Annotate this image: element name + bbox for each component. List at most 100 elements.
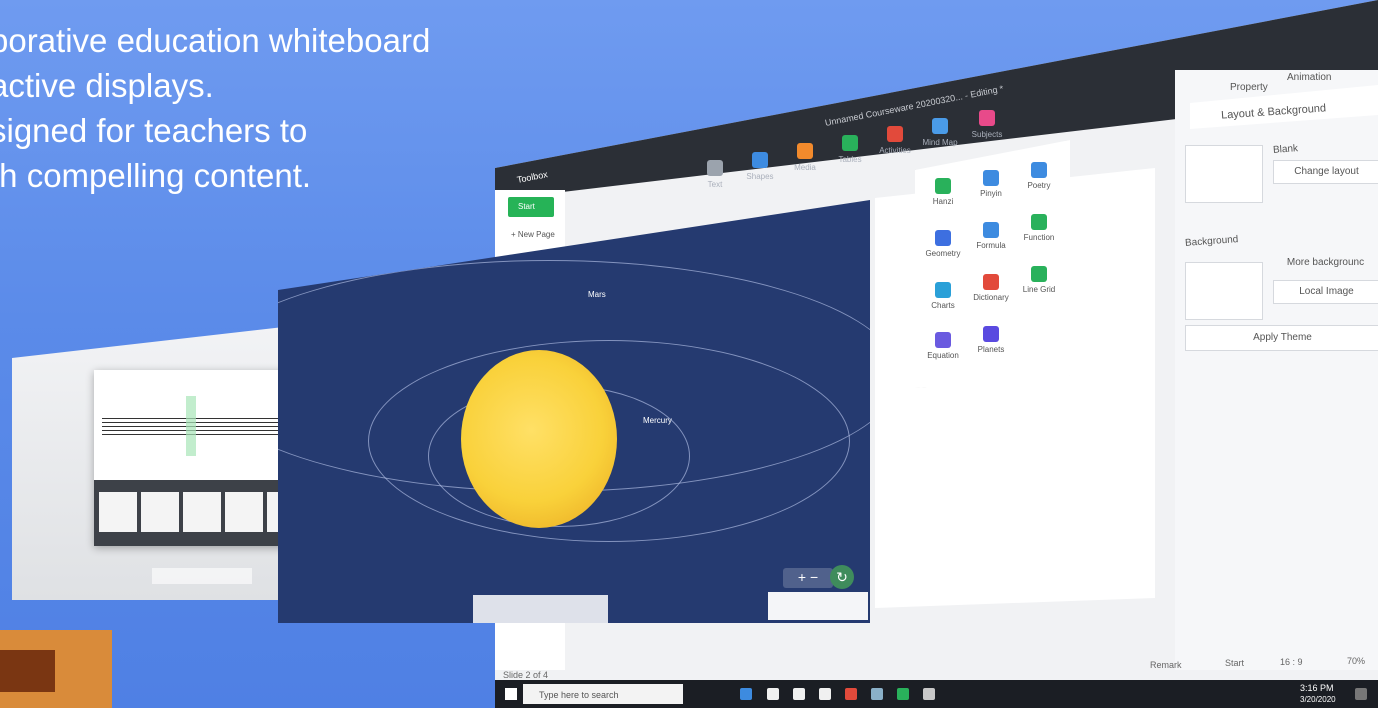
tool-tables[interactable]: Tables xyxy=(828,135,872,164)
remark-button[interactable]: Remark xyxy=(1150,660,1182,670)
song-card[interactable] xyxy=(225,492,263,532)
function-icon xyxy=(1031,214,1047,230)
subject-label: Charts xyxy=(931,301,955,310)
subject-label: Dictionary xyxy=(973,293,1009,302)
headline-line-2: active displays. xyxy=(0,67,214,104)
tool-subjects-label: Subjects xyxy=(971,130,1003,139)
change-layout-button[interactable]: Change layout xyxy=(1273,160,1378,184)
subject-label: Formula xyxy=(976,241,1006,250)
staff-line xyxy=(102,426,307,427)
song-card[interactable] xyxy=(99,492,137,532)
staff-line xyxy=(102,418,307,419)
clock-time: 3:16 PM xyxy=(1300,683,1334,693)
tool-shapes-label: Shapes xyxy=(746,172,774,181)
subject-geometry[interactable]: Geometry xyxy=(918,230,968,258)
tool-activities[interactable]: Activities xyxy=(873,126,917,155)
start-button[interactable]: Start xyxy=(508,197,554,217)
planets-icon xyxy=(983,326,999,342)
formula-icon xyxy=(983,222,999,238)
subject-label: Equation xyxy=(927,351,959,360)
new-page-button[interactable]: + New Page xyxy=(511,230,555,239)
activities-icon xyxy=(887,126,903,142)
planet-label-mercury: Mercury xyxy=(643,416,672,425)
subject-planets[interactable]: Planets xyxy=(966,326,1016,354)
staff-line xyxy=(102,434,307,435)
tables-icon xyxy=(842,135,858,151)
geometry-icon xyxy=(935,230,951,246)
layout-preview[interactable] xyxy=(1185,145,1263,203)
subject-label: Geometry xyxy=(925,249,961,258)
background-preview[interactable] xyxy=(1185,262,1263,320)
tool-tables-label: Tables xyxy=(838,155,862,164)
more-backgrounds-button[interactable]: More backgrounc xyxy=(1273,252,1378,274)
status-bar xyxy=(495,655,1378,681)
store-icon[interactable] xyxy=(793,688,805,700)
file-icon[interactable] xyxy=(767,688,779,700)
subject-line-grid[interactable]: Line Grid xyxy=(1014,266,1064,294)
notifications-icon[interactable] xyxy=(1355,688,1367,700)
song-card[interactable] xyxy=(141,492,179,532)
subject-function[interactable]: Function xyxy=(1014,214,1064,242)
taskbar-search-placeholder: Type here to search xyxy=(539,690,619,700)
whiteboard-app-icon[interactable] xyxy=(897,688,909,700)
windows-start-icon[interactable] xyxy=(505,688,517,700)
subject-label: Planets xyxy=(977,345,1005,354)
slide-toolbar[interactable] xyxy=(473,595,608,623)
playhead-highlight xyxy=(186,396,196,456)
solar-system-slide[interactable]: Mars Mercury + − ↻ xyxy=(278,200,870,623)
subject-label: Pinyin xyxy=(980,189,1002,198)
subject-label: Line Grid xyxy=(1022,285,1056,294)
planet-label-mars: Mars xyxy=(588,290,606,299)
subject-charts[interactable]: Charts xyxy=(918,282,968,310)
zoom-control[interactable]: + − xyxy=(783,568,833,588)
tool-subjects[interactable]: Subjects xyxy=(965,110,1009,139)
poetry-icon xyxy=(1031,162,1047,178)
tool-activities-label: Activities xyxy=(879,146,911,155)
app-icon[interactable] xyxy=(845,688,857,700)
tab-property[interactable]: Property xyxy=(1230,82,1268,93)
blank-label: Blank xyxy=(1272,143,1299,156)
sun[interactable] xyxy=(461,350,617,528)
desk-drawer xyxy=(0,650,55,692)
subject-label: Hanzi xyxy=(932,197,954,206)
tool-media[interactable]: Media xyxy=(783,143,827,172)
subject-hanzi[interactable]: Hanzi xyxy=(918,178,968,206)
dictionary-icon xyxy=(983,274,999,290)
clock-date: 3/20/2020 xyxy=(1300,695,1336,704)
app-icon[interactable] xyxy=(871,688,883,700)
song-card[interactable] xyxy=(183,492,221,532)
tab-animation[interactable]: Animation xyxy=(1287,72,1331,83)
tool-mind-map-label: Mind Map xyxy=(922,138,958,147)
tool-mind-map[interactable]: Mind Map xyxy=(918,118,962,147)
settings-icon[interactable] xyxy=(923,688,935,700)
headline-line-3: signed for teachers to xyxy=(0,112,308,149)
ratio-select[interactable]: 16 : 9 xyxy=(1280,657,1303,667)
subject-label: Function xyxy=(1023,233,1055,242)
tool-text-label: Text xyxy=(707,180,723,189)
music-toolbar[interactable] xyxy=(152,568,252,584)
subject-pinyin[interactable]: Pinyin xyxy=(966,170,1016,198)
refresh-icon[interactable]: ↻ xyxy=(830,565,854,589)
mail-icon[interactable] xyxy=(819,688,831,700)
pinyin-icon xyxy=(983,170,999,186)
slide-count: Slide 2 of 4 xyxy=(503,670,549,680)
tool-shapes[interactable]: Shapes xyxy=(738,152,782,181)
subject-formula[interactable]: Formula xyxy=(966,222,1016,250)
page-navigator[interactable] xyxy=(768,592,868,620)
hanzi-icon xyxy=(935,178,951,194)
zoom-select[interactable]: 70% xyxy=(1347,656,1365,666)
subjects-icon xyxy=(979,110,995,126)
start-presentation-button[interactable]: Start xyxy=(1225,658,1244,668)
local-image-button[interactable]: Local Image xyxy=(1273,280,1378,304)
edge-icon[interactable] xyxy=(740,688,752,700)
subject-poetry[interactable]: Poetry xyxy=(1014,162,1064,190)
subject-dictionary[interactable]: Dictionary xyxy=(966,274,1016,302)
apply-theme-button[interactable]: Apply Theme xyxy=(1185,325,1378,351)
subject-equation[interactable]: Equation xyxy=(918,332,968,360)
media-icon xyxy=(797,143,813,159)
headline: borative education whiteboard active dis… xyxy=(0,18,510,198)
headline-line-4: th compelling content. xyxy=(0,157,312,194)
tool-text[interactable]: Text xyxy=(693,160,737,189)
text-icon xyxy=(707,160,723,176)
tool-media-label: Media xyxy=(794,163,816,172)
